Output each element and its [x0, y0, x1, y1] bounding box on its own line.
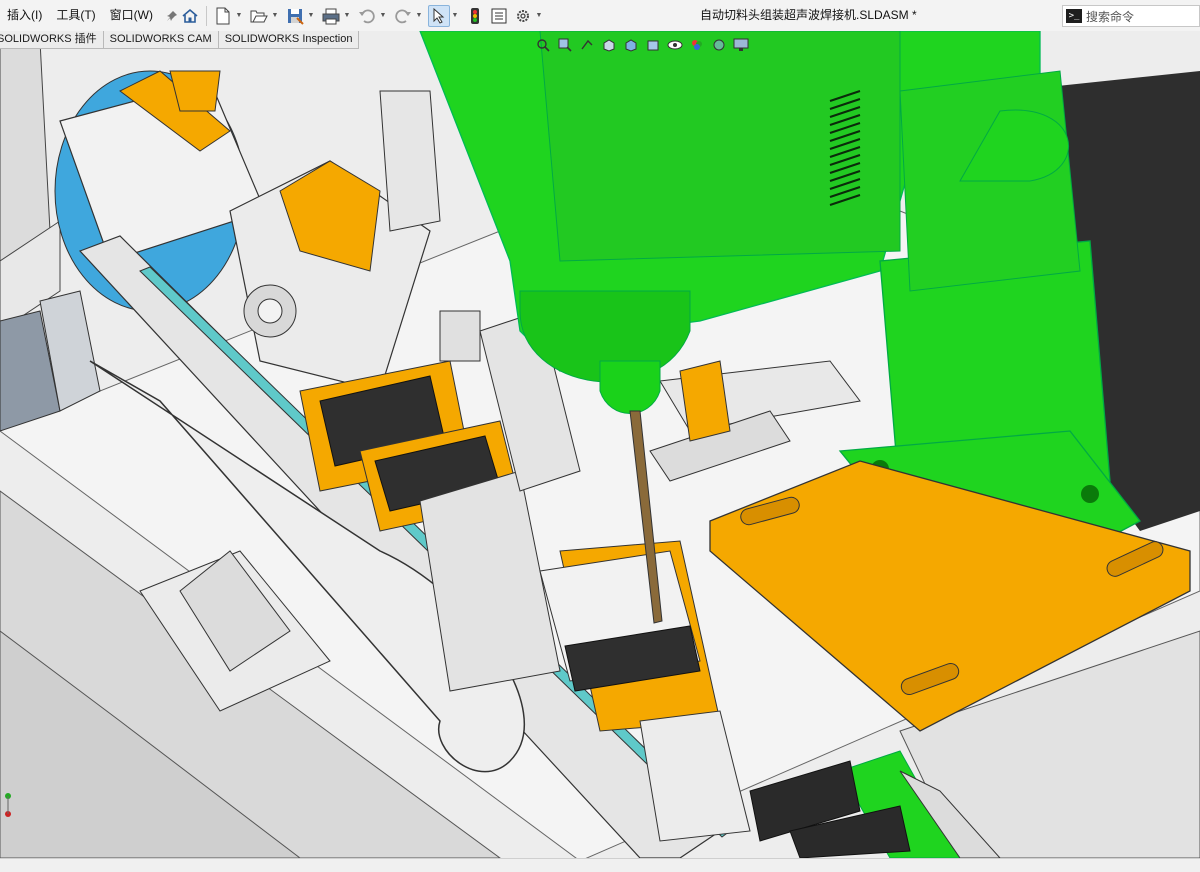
search-input[interactable]: 搜索命令	[1086, 8, 1134, 25]
graphics-area[interactable]	[0, 31, 1200, 858]
save-icon[interactable]	[284, 5, 306, 27]
standard-toolbar: ▼ ▼ ▼ ▼ ▼ ▼ ▼ ▼	[178, 0, 547, 31]
menu-tools[interactable]: 工具(T)	[49, 0, 102, 31]
display-style-icon[interactable]	[645, 37, 661, 53]
redo-icon[interactable]	[392, 5, 414, 27]
tab-solidworks-inspection[interactable]: SOLIDWORKS Inspection	[217, 31, 360, 49]
tab-solidworks-addins[interactable]: SOLIDWORKS 插件	[0, 31, 104, 49]
assembly-model	[0, 31, 1200, 858]
title-bar: 插入(I) 工具(T) 窗口(W) ▼ ▼ ▼ ▼ ▼ ▼ ▼ ▼ 自动切料头组…	[0, 0, 1200, 32]
undo-dropdown-icon[interactable]: ▼	[379, 5, 387, 27]
search-commands-box[interactable]: >_ 搜索命令	[1062, 5, 1200, 27]
previous-view-icon[interactable]	[579, 37, 595, 53]
document-title: 自动切料头组装超声波焊接机.SLDASM *	[700, 8, 917, 22]
menu-window[interactable]: 窗口(W)	[103, 0, 160, 31]
options-dropdown-icon[interactable]: ▼	[535, 5, 543, 27]
section-view-icon[interactable]	[601, 37, 617, 53]
tab-solidworks-cam[interactable]: SOLIDWORKS CAM	[102, 31, 219, 49]
view-orientation-icon[interactable]	[623, 37, 639, 53]
select-dropdown-icon[interactable]: ▼	[451, 5, 459, 27]
new-document-icon[interactable]	[212, 5, 234, 27]
gear-icon[interactable]	[512, 5, 534, 27]
hide-show-items-icon[interactable]	[667, 37, 683, 53]
menu-bar: 插入(I) 工具(T) 窗口(W)	[0, 0, 180, 31]
save-dropdown-icon[interactable]: ▼	[307, 5, 315, 27]
redo-dropdown-icon[interactable]: ▼	[415, 5, 423, 27]
traffic-light-icon[interactable]	[464, 5, 486, 27]
print-dropdown-icon[interactable]: ▼	[343, 5, 351, 27]
options-list-icon[interactable]	[488, 5, 510, 27]
edit-appearance-icon[interactable]	[689, 37, 705, 53]
command-manager-tabs: SOLIDWORKS 插件 SOLIDWORKS CAM SOLIDWORKS …	[0, 31, 360, 49]
heads-up-view-toolbar	[532, 34, 752, 56]
new-document-dropdown-icon[interactable]: ▼	[235, 5, 243, 27]
apply-scene-icon[interactable]	[711, 37, 727, 53]
reference-triad-icon	[0, 780, 20, 830]
view-settings-icon[interactable]	[733, 37, 749, 53]
status-bar	[0, 858, 1200, 872]
select-icon[interactable]	[428, 4, 450, 27]
open-icon[interactable]	[248, 5, 270, 27]
zoom-to-fit-icon[interactable]	[535, 37, 551, 53]
home-icon[interactable]	[179, 5, 201, 27]
open-dropdown-icon[interactable]: ▼	[271, 5, 279, 27]
print-icon[interactable]	[320, 5, 342, 27]
undo-icon[interactable]	[356, 5, 378, 27]
toolbar-separator	[206, 5, 207, 26]
zoom-area-icon[interactable]	[557, 37, 573, 53]
command-prompt-icon: >_	[1066, 9, 1082, 23]
menu-insert[interactable]: 插入(I)	[0, 0, 49, 31]
